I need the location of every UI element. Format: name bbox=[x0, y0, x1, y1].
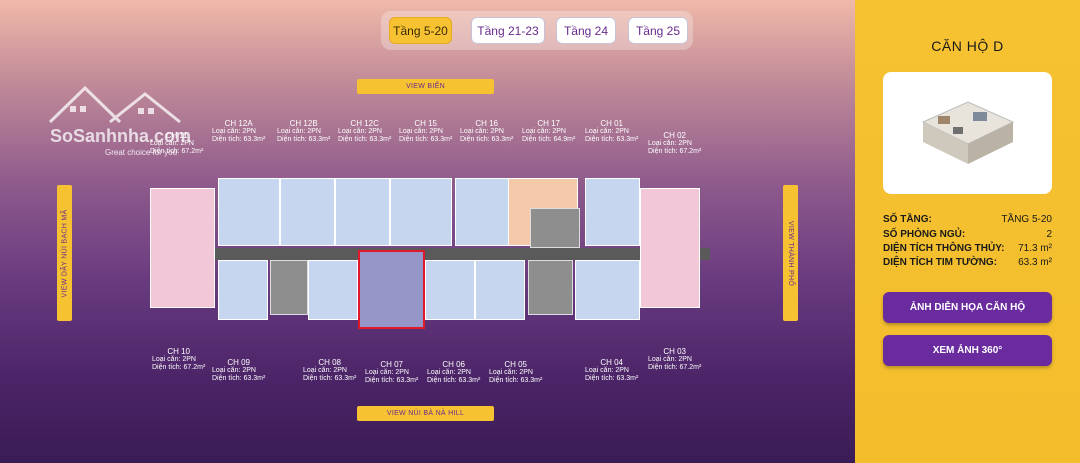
apartment-3d-icon bbox=[921, 101, 1015, 164]
corridor bbox=[205, 248, 710, 260]
unit-title: CĂN HỘ D bbox=[931, 38, 1004, 54]
unit-block-ch12a[interactable] bbox=[218, 178, 280, 246]
info-floor: SỐ TẦNG: TẦNG 5-20 bbox=[883, 214, 1052, 225]
unit-block-ch05[interactable] bbox=[475, 260, 525, 320]
unit-label-ch04: CH 04 Loại căn: 2PN Diện tích: 63.3m² bbox=[585, 358, 639, 383]
unit-block-ch08[interactable] bbox=[308, 260, 358, 320]
view-360-button[interactable]: XEM ẢNH 360° bbox=[883, 335, 1052, 366]
elevator-core bbox=[530, 208, 580, 248]
unit-block-ch12b[interactable] bbox=[280, 178, 335, 246]
unit-label-ch12b: CH 12B Loại căn: 2PN Diện tích: 63.3m² bbox=[277, 119, 331, 144]
unit-label-ch15: CH 15 Loại căn: 2PN Diện tích: 63.3m² bbox=[399, 119, 453, 144]
unit-label-ch09: CH 09 Loại căn: 2PN Diện tích: 63.3m² bbox=[212, 358, 266, 383]
selected-unit-highlight[interactable] bbox=[358, 250, 425, 329]
unit-label-ch02: CH 02 Loại căn: 2PN Diện tích: 67.2m² bbox=[648, 131, 702, 156]
view-top-label: VIEW BIỂN bbox=[357, 79, 494, 94]
unit-label-ch11: CH 11 Loại căn: 2PN Diện tích: 67.2m² bbox=[150, 131, 204, 156]
tab-floor-24[interactable]: Tầng 24 bbox=[556, 17, 616, 44]
info-net-area: DIỆN TÍCH THÔNG THỦY: 71.3 m² bbox=[883, 243, 1052, 254]
unit-block-ch04[interactable] bbox=[575, 260, 640, 320]
unit-label-ch07: CH 07 Loại căn: 2PN Diện tích: 63.3m² bbox=[365, 360, 419, 385]
view-left-label: VIEW DÃY NÚI BẠCH MÃ bbox=[57, 185, 72, 321]
unit-block-ch16[interactable] bbox=[455, 178, 510, 246]
unit-label-ch17: CH 17 Loại căn: 2PN Diện tích: 64.9m² bbox=[522, 119, 576, 144]
unit-label-ch05: CH 05 Loại căn: 2PN Diện tích: 63.3m² bbox=[489, 360, 543, 385]
unit-block-ch01[interactable] bbox=[585, 178, 640, 246]
unit-block-ch09[interactable] bbox=[218, 260, 268, 320]
stair-core-right bbox=[528, 260, 573, 315]
unit-label-ch06: CH 06 Loại căn: 2PN Diện tích: 63.3m² bbox=[427, 360, 481, 385]
info-gross-area: DIỆN TÍCH TIM TƯỜNG: 63.3 m² bbox=[883, 257, 1052, 268]
info-bedrooms: SỐ PHÒNG NGỦ: 2 bbox=[883, 229, 1052, 240]
floor-plan bbox=[150, 178, 710, 328]
unit-label-ch16: CH 16 Loại căn: 2PN Diện tích: 63.3m² bbox=[460, 119, 514, 144]
tab-floor-21-23[interactable]: Tầng 21-23 bbox=[471, 17, 545, 44]
unit-label-ch03: CH 03 Loại căn: 2PN Diện tích: 67.2m² bbox=[648, 347, 702, 372]
tab-floor-5-20[interactable]: Tầng 5-20 bbox=[389, 17, 452, 44]
floor-tabs: Tầng 5-20 Tầng 21-23 Tầng 24 Tầng 25 bbox=[381, 11, 693, 50]
unit-label-ch12a: CH 12A Loại căn: 2PN Diện tích: 63.3m² bbox=[212, 119, 266, 144]
unit-label-ch08: CH 08 Loại căn: 2PN Diện tích: 63.3m² bbox=[303, 358, 357, 383]
tab-floor-25[interactable]: Tầng 25 bbox=[628, 17, 688, 44]
stair-core-left bbox=[270, 260, 308, 315]
unit-block-ch02-ch03[interactable] bbox=[640, 188, 700, 308]
unit-block-ch15[interactable] bbox=[390, 178, 452, 246]
unit-3d-preview[interactable] bbox=[883, 72, 1052, 194]
unit-label-ch12c: CH 12C Loại căn: 2PN Diện tích: 63.3m² bbox=[338, 119, 392, 144]
view-render-button[interactable]: ẢNH DIỄN HỌA CĂN HỘ bbox=[883, 292, 1052, 323]
unit-block-ch12c[interactable] bbox=[335, 178, 390, 246]
view-right-label: VIEW THÀNH PHỐ bbox=[783, 185, 798, 321]
unit-label-ch01: CH 01 Loại căn: 2PN Diện tích: 63.3m² bbox=[585, 119, 639, 144]
floor-plan-stage: Tầng 5-20 Tầng 21-23 Tầng 24 Tầng 25 VIE… bbox=[0, 0, 855, 463]
view-bottom-label: VIEW NÚI BÀ NÀ HILL bbox=[357, 406, 494, 421]
unit-block-ch06[interactable] bbox=[425, 260, 475, 320]
unit-label-ch10: CH 10 Loại căn: 2PN Diện tích: 67.2m² bbox=[152, 347, 206, 372]
unit-block-ch11-ch10[interactable] bbox=[150, 188, 215, 308]
